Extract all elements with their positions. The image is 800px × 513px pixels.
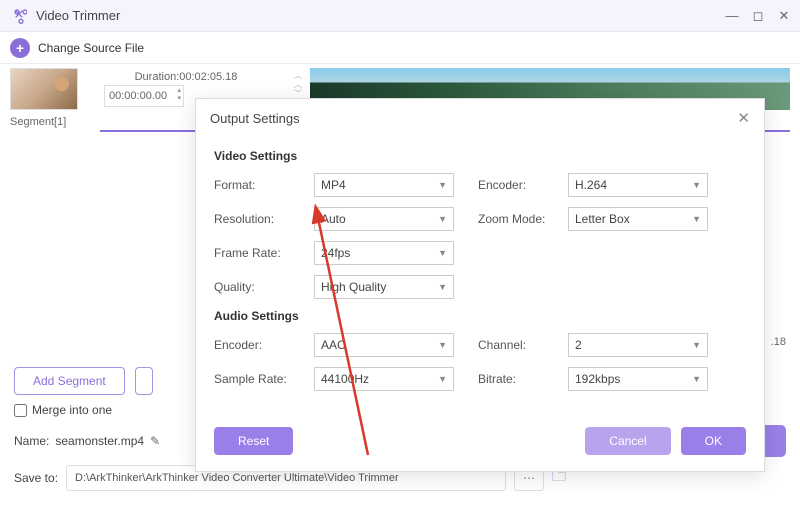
chevron-down-icon: ▼ bbox=[438, 248, 447, 258]
add-source-icon[interactable]: + bbox=[10, 38, 30, 58]
zoom-mode-value: Letter Box bbox=[575, 212, 630, 226]
ok-button[interactable]: OK bbox=[681, 427, 746, 455]
change-source-label[interactable]: Change Source File bbox=[38, 41, 144, 55]
dialog-title: Output Settings bbox=[210, 111, 300, 126]
output-settings-dialog: Output Settings ✕ Video Settings Format:… bbox=[195, 98, 765, 472]
chevron-down-icon: ▼ bbox=[692, 180, 701, 190]
segment-more-button[interactable] bbox=[135, 367, 153, 395]
app-title: Video Trimmer bbox=[36, 8, 120, 23]
audio-settings-heading: Audio Settings bbox=[214, 309, 746, 323]
reset-button[interactable]: Reset bbox=[214, 427, 293, 455]
format-select[interactable]: MP4 ▼ bbox=[314, 173, 454, 197]
channel-value: 2 bbox=[575, 338, 582, 352]
video-settings-heading: Video Settings bbox=[214, 149, 746, 163]
maximize-icon[interactable]: ◻ bbox=[752, 10, 764, 22]
resolution-label: Resolution: bbox=[214, 212, 314, 226]
bitrate-label: Bitrate: bbox=[478, 372, 568, 386]
quality-select[interactable]: High Quality ▼ bbox=[314, 275, 454, 299]
zoom-mode-label: Zoom Mode: bbox=[478, 212, 568, 226]
chevron-down-icon: ▼ bbox=[438, 374, 447, 384]
resolution-value: Auto bbox=[321, 212, 346, 226]
bitrate-value: 192kbps bbox=[575, 372, 620, 386]
audio-encoder-label: Encoder: bbox=[214, 338, 314, 352]
frame-rate-label: Frame Rate: bbox=[214, 246, 314, 260]
video-encoder-label: Encoder: bbox=[478, 178, 568, 192]
cancel-button[interactable]: Cancel bbox=[585, 427, 670, 455]
channel-label: Channel: bbox=[478, 338, 568, 352]
resolution-select[interactable]: Auto ▼ bbox=[314, 207, 454, 231]
channel-select[interactable]: 2▼ bbox=[568, 333, 708, 357]
sample-rate-label: Sample Rate: bbox=[214, 372, 314, 386]
sample-rate-value: 44100Hz bbox=[321, 372, 369, 386]
start-time-input[interactable]: 00:00:00.00 ▴▾ bbox=[104, 85, 184, 107]
chevron-down-icon: ▼ bbox=[438, 282, 447, 292]
edit-name-icon[interactable]: ✎ bbox=[150, 434, 160, 448]
titlebar: Video Trimmer — ◻ ✕ bbox=[0, 0, 800, 32]
chevron-down-icon: ▼ bbox=[692, 340, 701, 350]
app-logo-icon bbox=[10, 7, 28, 25]
clip-thumbnail[interactable] bbox=[10, 68, 78, 110]
close-window-icon[interactable]: ✕ bbox=[778, 10, 790, 22]
zoom-mode-select[interactable]: Letter Box ▼ bbox=[568, 207, 708, 231]
chevron-down-icon: ▼ bbox=[692, 214, 701, 224]
sample-rate-select[interactable]: 44100Hz ▼ bbox=[314, 367, 454, 391]
audio-encoder-value: AAC bbox=[321, 338, 346, 352]
save-path-value: D:\ArkThinker\ArkThinker Video Converter… bbox=[75, 472, 399, 484]
chevron-down-icon: ▼ bbox=[692, 374, 701, 384]
chevron-down-icon: ▼ bbox=[438, 180, 447, 190]
name-value: seamonster.mp4 bbox=[55, 434, 144, 448]
end-time-display: .18 bbox=[771, 336, 786, 348]
audio-encoder-select[interactable]: AAC ▼ bbox=[314, 333, 454, 357]
bitrate-select[interactable]: 192kbps ▼ bbox=[568, 367, 708, 391]
source-bar: + Change Source File bbox=[0, 32, 800, 64]
quality-value: High Quality bbox=[321, 280, 386, 294]
quality-label: Quality: bbox=[214, 280, 314, 294]
video-encoder-select[interactable]: H.264 ▼ bbox=[568, 173, 708, 197]
video-encoder-value: H.264 bbox=[575, 178, 607, 192]
duration-value: 00:02:05.18 bbox=[179, 71, 237, 83]
frame-rate-select[interactable]: 24fps ▼ bbox=[314, 241, 454, 265]
add-segment-button[interactable]: Add Segment bbox=[14, 367, 125, 395]
chevron-down-icon: ▼ bbox=[438, 340, 447, 350]
minimize-icon[interactable]: — bbox=[726, 10, 738, 22]
dialog-close-icon[interactable]: ✕ bbox=[737, 109, 750, 127]
start-spinner-icon[interactable]: ▴▾ bbox=[177, 87, 181, 103]
duration-label: Duration: bbox=[135, 71, 180, 83]
format-label: Format: bbox=[214, 178, 314, 192]
name-label: Name: bbox=[14, 434, 49, 448]
merge-checkbox[interactable]: Merge into one bbox=[14, 403, 112, 417]
merge-label: Merge into one bbox=[32, 403, 112, 417]
start-time-value: 00:00:00.00 bbox=[109, 90, 167, 102]
format-value: MP4 bbox=[321, 178, 346, 192]
chevron-down-icon: ▼ bbox=[438, 214, 447, 224]
save-to-label: Save to: bbox=[14, 471, 58, 485]
frame-rate-value: 24fps bbox=[321, 246, 350, 260]
